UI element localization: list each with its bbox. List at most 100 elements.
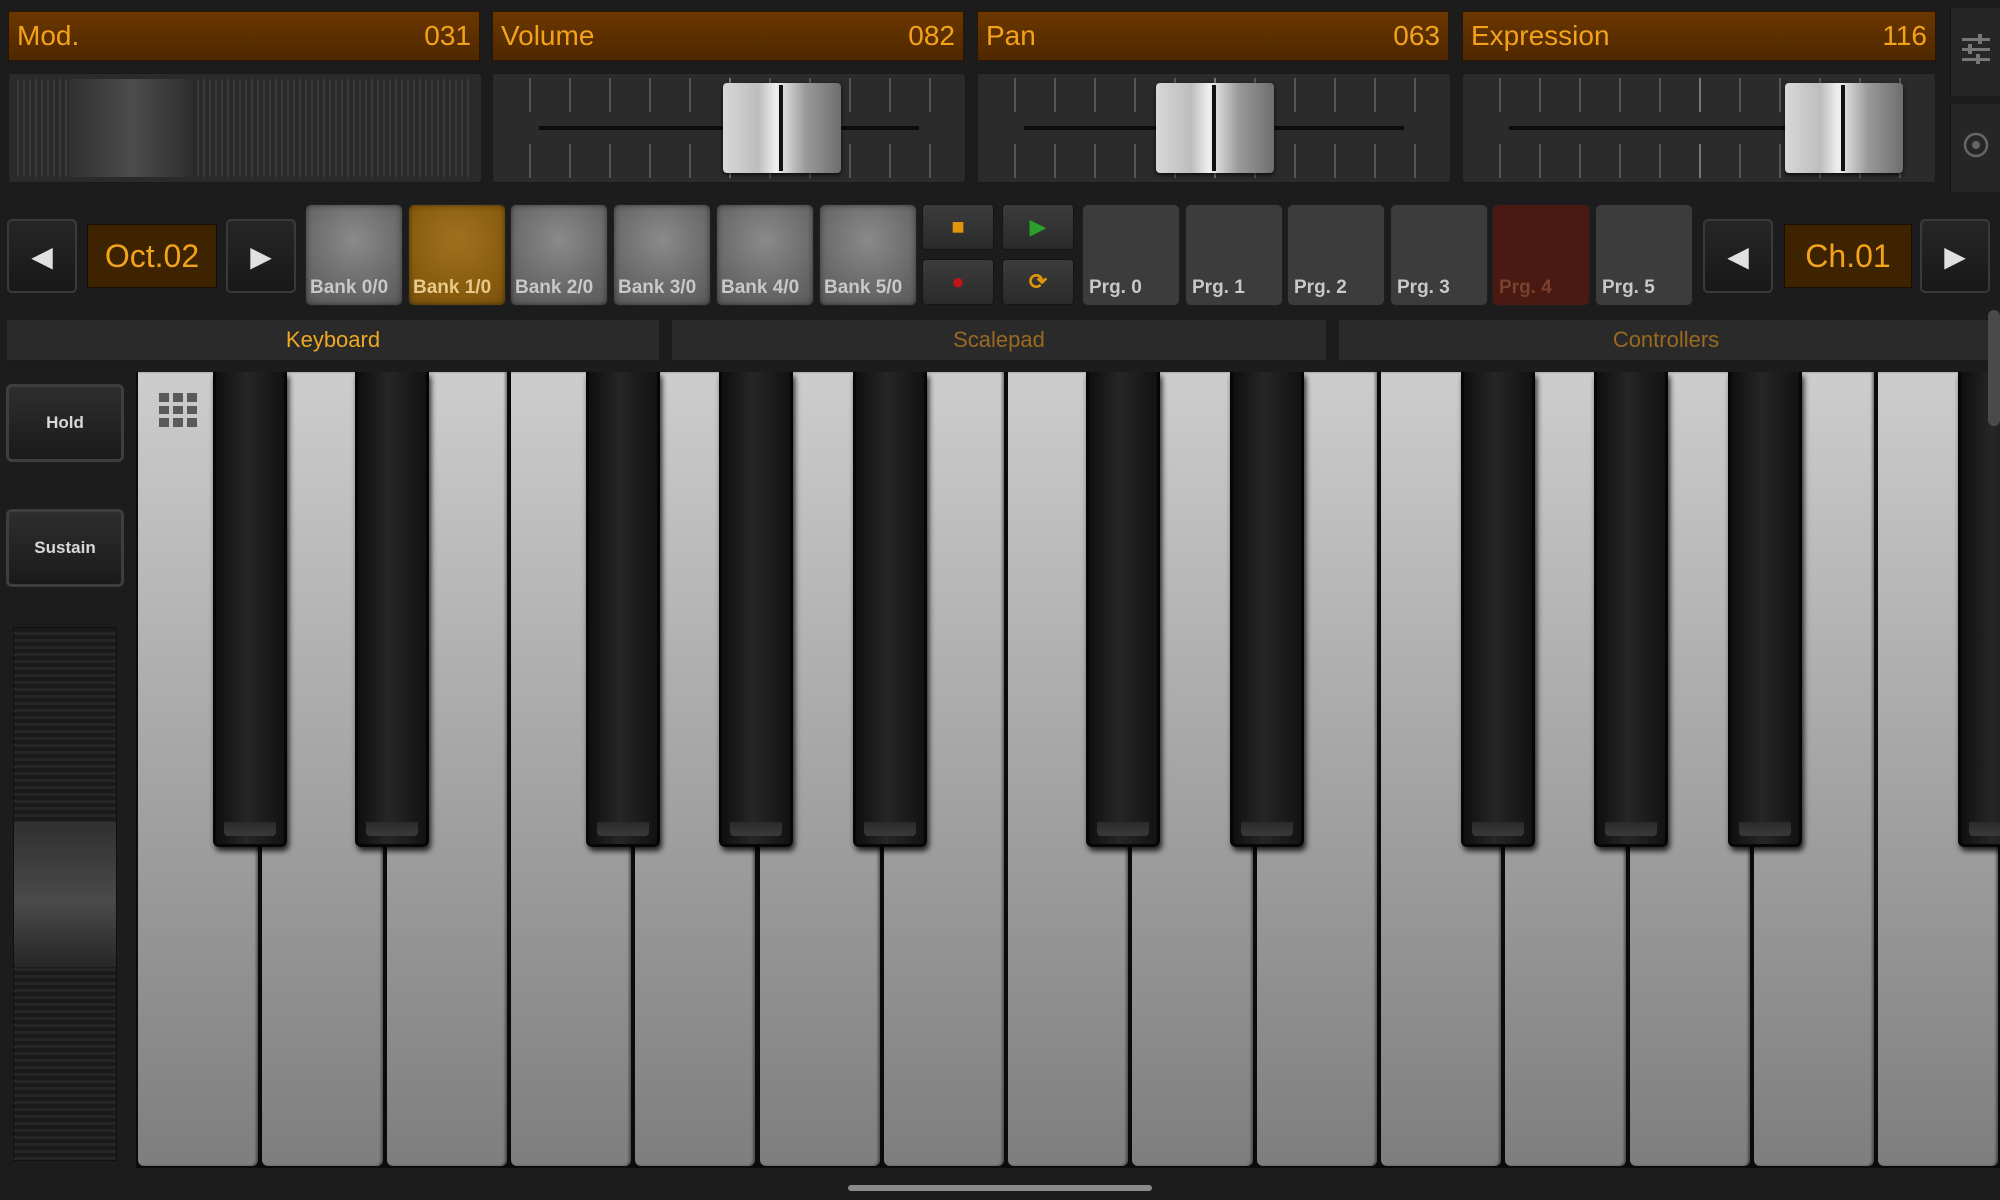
program-pad-0[interactable]: Prg. 0 (1082, 204, 1180, 306)
slider-tick (689, 144, 691, 178)
channel-next-button[interactable]: ▶ (1920, 219, 1990, 293)
slider-tick (1739, 144, 1741, 178)
black-key[interactable] (213, 372, 287, 847)
pitch-wheel[interactable] (13, 627, 117, 1161)
slider-tick (1619, 144, 1621, 178)
slider-tick (889, 78, 891, 112)
octave-prev-button[interactable]: ◀ (7, 219, 77, 293)
record-mode-button[interactable] (1950, 104, 2000, 192)
black-key[interactable] (1086, 372, 1160, 847)
grid-dot (187, 393, 197, 402)
bank-pad-5[interactable]: Bank 5/0 (819, 204, 917, 306)
black-key[interactable] (1230, 372, 1304, 847)
volume-label: Volume (501, 20, 595, 51)
black-key[interactable] (1728, 372, 1802, 847)
tab-controllers[interactable]: Controllers (1339, 320, 1993, 362)
grid-dot (159, 418, 169, 427)
pan-value: 063 (1393, 20, 1440, 51)
sliders-icon (1961, 33, 1990, 71)
grid-dot (173, 405, 183, 415)
pan-label: Pan (986, 20, 1036, 51)
stop-button[interactable]: ■ (922, 204, 994, 250)
slider-tick (649, 144, 651, 178)
slider-tick (1094, 78, 1096, 112)
bank-pad-3[interactable]: Bank 3/0 (613, 204, 711, 306)
slider-tick (649, 78, 651, 112)
expression-header: Expression 116 (1462, 11, 1936, 61)
tab-scalepad-label: Scalepad (953, 327, 1045, 352)
slider-tick (929, 144, 931, 178)
program-pad-5[interactable]: Prg. 5 (1595, 204, 1693, 306)
grid-icon[interactable] (159, 393, 197, 427)
bank-pad-0[interactable]: Bank 0/0 (305, 204, 403, 306)
slider-tick (1294, 78, 1296, 112)
black-key[interactable] (1461, 372, 1535, 847)
volume-slider[interactable] (492, 73, 966, 183)
pitch-wheel-handle[interactable] (14, 822, 116, 967)
bank-pad-4[interactable]: Bank 4/0 (716, 204, 814, 306)
record-button[interactable]: ● (922, 259, 994, 305)
channel-prev-button[interactable]: ◀ (1703, 219, 1773, 293)
hold-button[interactable]: Hold (6, 384, 124, 462)
slider-tick (1414, 78, 1416, 112)
slider-tick (1499, 144, 1501, 178)
slider-tick (1334, 144, 1336, 178)
black-key[interactable] (1958, 372, 2000, 847)
octave-next-button[interactable]: ▶ (226, 219, 296, 293)
piano-keyboard[interactable] (136, 372, 2000, 1168)
channel-value: Ch.01 (1805, 237, 1891, 274)
channel-display: Ch.01 (1784, 224, 1912, 288)
pan-knob[interactable] (1156, 83, 1274, 173)
program-pad-4[interactable]: Prg. 4 (1492, 204, 1590, 306)
pan-slider[interactable] (977, 73, 1451, 183)
play-button[interactable]: ▶ (1002, 204, 1074, 250)
volume-knob[interactable] (723, 83, 841, 173)
grid-dot (173, 418, 183, 427)
slider-tick (569, 78, 571, 112)
slider-tick (1579, 144, 1581, 178)
program-pad-1[interactable]: Prg. 1 (1185, 204, 1283, 306)
loop-button[interactable]: ⟳ (1002, 259, 1074, 305)
settings-button[interactable] (1950, 8, 2000, 96)
slider-tick (529, 144, 531, 178)
black-key[interactable] (719, 372, 793, 847)
program-label: Prg. 0 (1089, 277, 1142, 298)
chevron-right-icon: ▶ (1944, 240, 1966, 272)
chevron-left-icon: ◀ (31, 240, 53, 272)
black-key[interactable] (853, 372, 927, 847)
loop-icon: ⟳ (1028, 269, 1048, 294)
chevron-left-icon: ◀ (1727, 240, 1749, 272)
slider-tick (1619, 78, 1621, 112)
target-icon (1963, 132, 1989, 165)
home-indicator[interactable] (848, 1185, 1152, 1191)
expression-value: 116 (1882, 20, 1927, 51)
program-pad-3[interactable]: Prg. 3 (1390, 204, 1488, 306)
bank-pad-2[interactable]: Bank 2/0 (510, 204, 608, 306)
black-key[interactable] (355, 372, 429, 847)
bank-label: Bank 2/0 (515, 277, 594, 298)
slider-tick (1659, 78, 1661, 112)
scrollbar[interactable] (1988, 310, 2000, 426)
program-pad-2[interactable]: Prg. 2 (1287, 204, 1385, 306)
sustain-label: Sustain (34, 538, 96, 557)
mod-slider[interactable] (8, 73, 482, 183)
slider-tick (1134, 144, 1136, 178)
expression-slider[interactable] (1462, 73, 1936, 183)
tab-keyboard-label: Keyboard (285, 327, 381, 352)
black-key[interactable] (1594, 372, 1668, 847)
tab-scalepad[interactable]: Scalepad (672, 320, 1326, 362)
expression-knob[interactable] (1785, 83, 1903, 173)
sustain-button[interactable]: Sustain (6, 509, 124, 587)
tab-keyboard[interactable]: Keyboard (7, 320, 659, 362)
program-label: Prg. 1 (1192, 277, 1245, 298)
slider-tick (1294, 144, 1296, 178)
hold-label: Hold (46, 413, 84, 432)
mod-handle[interactable] (69, 79, 193, 177)
slider-tick (1539, 144, 1541, 178)
volume-value: 082 (908, 20, 955, 51)
bank-pad-1[interactable]: Bank 1/0 (408, 204, 506, 306)
volume-header: Volume 082 (492, 11, 964, 61)
play-icon: ▶ (1029, 214, 1047, 239)
black-key[interactable] (586, 372, 660, 847)
mod-header: Mod. 031 (8, 11, 480, 61)
